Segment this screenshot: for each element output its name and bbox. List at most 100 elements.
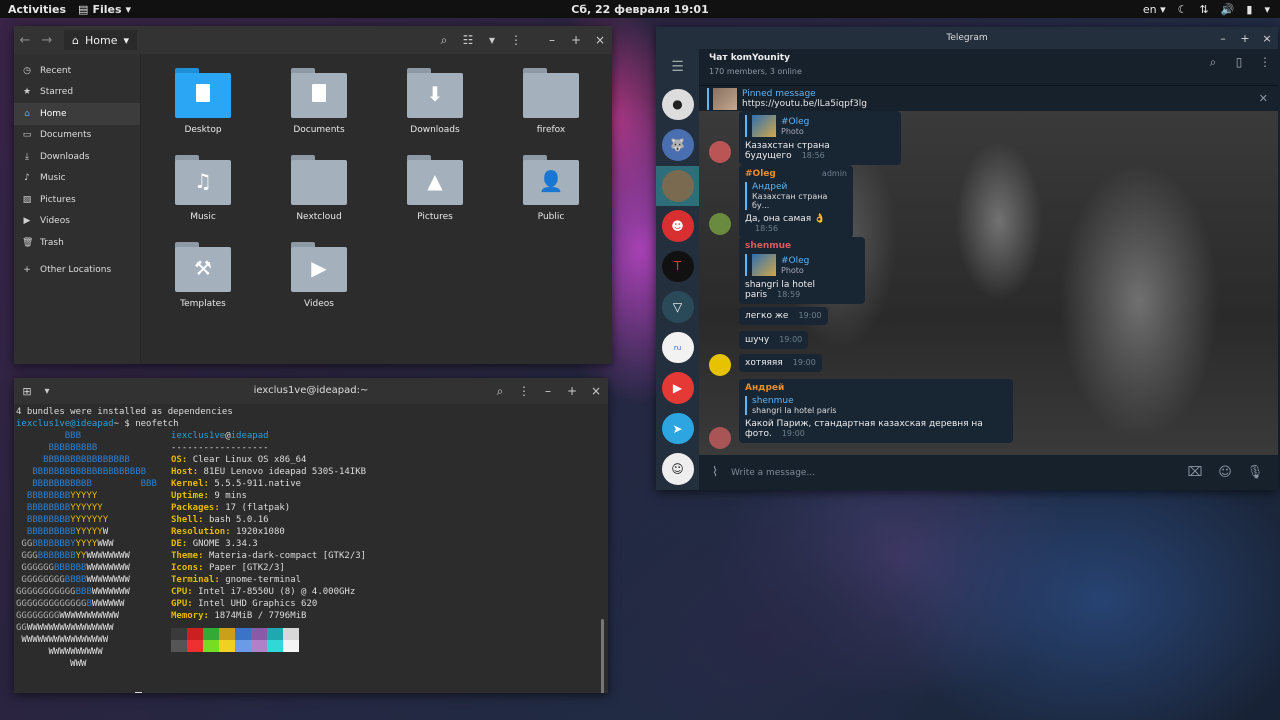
folder-downloads[interactable]: ⬇ Downloads — [385, 68, 485, 135]
new-tab-icon[interactable]: ⊞ — [14, 385, 40, 398]
app-menu-label: Files — [92, 2, 122, 16]
chevron-down-icon[interactable]: ▾ — [40, 386, 54, 397]
chat-title[interactable]: Чат komYounity — [709, 53, 1278, 63]
avatar[interactable] — [709, 141, 731, 163]
terminal-output[interactable]: 4 bundles were installed as dependencies… — [14, 404, 608, 693]
sidebar-item-documents[interactable]: ▭ Documents — [14, 125, 140, 147]
message-bubble[interactable]: хотяяяя 19:00 — [739, 354, 822, 372]
close-button[interactable]: × — [584, 384, 608, 398]
color-swatch — [267, 628, 283, 640]
message-text: хотяяяя — [745, 358, 783, 368]
sidebar-item-recent[interactable]: ◷ Recent — [14, 60, 140, 82]
chat-avatar-selected[interactable] — [656, 165, 699, 207]
view-options-icon[interactable]: ☷ — [456, 33, 480, 47]
forward-button[interactable]: → — [36, 33, 58, 48]
network-icon[interactable]: ⇅ — [1199, 3, 1208, 16]
breadcrumb[interactable]: ⌂ Home ▾ — [64, 30, 137, 50]
info-row: Shell: bash 5.0.16 — [171, 515, 269, 525]
chevron-down-icon[interactable]: ▾ — [1264, 3, 1270, 16]
app-menu[interactable]: ▤ Files ▾ — [74, 3, 131, 16]
message-bubble[interactable]: #Oleg Photo Казахстан страна будущего 18:5… — [739, 111, 901, 165]
menu-icon[interactable]: ⋮ — [512, 384, 536, 398]
message-input[interactable]: Write a message... — [731, 468, 1180, 478]
color-palette-bottom — [171, 640, 366, 652]
message-bubble[interactable]: #Oleg admin Андрей Казахстан страна бу... … — [739, 165, 853, 238]
clock[interactable]: Сб, 22 февраля 19:01 — [0, 3, 1280, 16]
scrollbar[interactable] — [601, 619, 604, 693]
message-bubble[interactable]: легко же 19:00 — [739, 307, 828, 325]
close-button[interactable]: × — [588, 33, 612, 47]
chat-status: 170 members, 3 online — [709, 67, 802, 76]
message-bubble[interactable]: Андрей shenmue shangri la hotel paris Как… — [739, 379, 1013, 443]
sidebar-item-downloads[interactable]: ⤓ Downloads — [14, 146, 140, 168]
sidebar-toggle-icon[interactable]: ▯ — [1226, 55, 1252, 70]
message-bubble[interactable]: shenmue #Oleg Photo shangri la hotel pari… — [739, 237, 865, 304]
chat-avatar[interactable]: T — [661, 250, 694, 283]
search-icon[interactable]: ⌕ — [1200, 55, 1226, 70]
chat-avatar[interactable]: 🐺 — [661, 129, 694, 161]
sidebar-item-pictures[interactable]: ▨ Pictures — [14, 189, 140, 211]
folder-public[interactable]: 👤 Public — [501, 155, 601, 222]
maximize-button[interactable]: + — [1234, 32, 1256, 45]
sidebar-item-label: Downloads — [40, 151, 90, 162]
folder-videos[interactable]: ▶ Videos — [269, 242, 369, 309]
avatar[interactable] — [709, 427, 731, 449]
attach-icon[interactable]: ⌇ — [707, 465, 723, 480]
activities-button[interactable]: Activities — [0, 3, 74, 16]
folder-firefox[interactable]: firefox — [501, 68, 601, 135]
maximize-button[interactable]: + — [560, 384, 584, 398]
chat-avatar[interactable]: ▶ — [661, 372, 694, 404]
language-indicator[interactable]: en ▾ — [1143, 3, 1166, 16]
message-bubble[interactable]: шучу 19:00 — [739, 331, 809, 349]
microphone-icon[interactable]: 🎙 — [1240, 465, 1270, 480]
chat-avatar[interactable]: ● — [661, 88, 694, 121]
avatar[interactable] — [709, 354, 731, 376]
folder-pictures[interactable]: ▲ Pictures — [385, 155, 485, 222]
pinned-message-bar[interactable]: Pinned message https://youtu.be/lLa5iqpf… — [699, 85, 1278, 111]
message-sender[interactable]: #Oleg — [745, 169, 776, 179]
sidebar-item-music[interactable]: ♪ Music — [14, 168, 140, 190]
prompt-line: iexclus1ve@ideapad~ $ neofetch — [16, 418, 608, 430]
emoji-icon[interactable]: ☺ — [1210, 465, 1240, 480]
folder-music[interactable]: ♫ Music — [153, 155, 253, 222]
telegram-logo-icon[interactable]: ➤ — [661, 412, 694, 445]
chat-avatar[interactable]: ☻ — [661, 210, 694, 242]
sidebar-item-trash[interactable]: 🗑 Trash — [14, 232, 140, 254]
chat-avatar[interactable]: ▽ — [661, 291, 694, 323]
volume-icon[interactable]: 🔊 — [1221, 3, 1235, 16]
chat-avatar[interactable]: ru — [661, 331, 694, 364]
minimize-button[interactable]: – — [1212, 32, 1234, 45]
bot-commands-icon[interactable]: ⌧ — [1180, 465, 1210, 480]
close-button[interactable]: × — [1256, 32, 1278, 45]
menu-icon[interactable]: ⋮ — [1252, 55, 1278, 70]
chevron-down-icon[interactable]: ▾ — [480, 33, 504, 47]
message-sender[interactable]: shenmue — [745, 241, 859, 251]
night-light-icon[interactable]: ☾ — [1178, 3, 1188, 16]
maximize-button[interactable]: + — [564, 33, 588, 47]
battery-icon[interactable]: ▮ — [1246, 3, 1252, 16]
hamburger-menu-icon[interactable]: ☰ — [671, 49, 684, 85]
message-area[interactable]: #Oleg Photo Казахстан страна будущего 18:5… — [699, 111, 1278, 455]
sidebar-item-starred[interactable]: ★ Starred — [14, 82, 140, 104]
folder-desktop[interactable]: Desktop — [153, 68, 253, 135]
folder-label: Music — [190, 212, 216, 222]
color-swatch — [283, 640, 299, 652]
folder-templates[interactable]: ⚒ Templates — [153, 242, 253, 309]
message-sender[interactable]: Андрей — [745, 383, 1007, 393]
sidebar-item-home[interactable]: ⌂ Home — [14, 103, 140, 125]
folder-nextcloud[interactable]: Nextcloud — [269, 155, 369, 222]
close-icon[interactable]: ✕ — [1259, 92, 1268, 105]
search-icon[interactable]: ⌕ — [432, 33, 456, 48]
sidebar-item-other-locations[interactable]: + Other Locations — [14, 260, 140, 282]
back-button[interactable]: ← — [14, 33, 36, 48]
info-row: Packages: 17 (flatpak) — [171, 503, 291, 513]
menu-icon[interactable]: ⋮ — [504, 33, 528, 47]
minimize-button[interactable]: – — [540, 33, 564, 47]
sidebar-item-videos[interactable]: ▶ Videos — [14, 211, 140, 233]
chat-avatar[interactable]: ☺ — [661, 453, 694, 485]
minimize-button[interactable]: – — [536, 384, 560, 398]
search-icon[interactable]: ⌕ — [488, 384, 512, 399]
folder-documents[interactable]: Documents — [269, 68, 369, 135]
neofetch-info: iexclus1ve@ideapad ------------------ OS… — [171, 430, 366, 670]
avatar[interactable] — [709, 213, 731, 235]
